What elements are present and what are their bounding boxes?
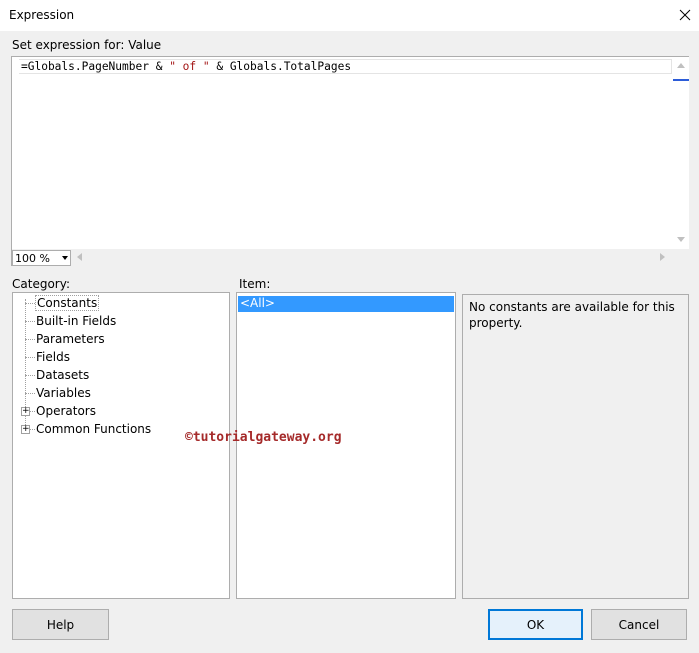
tree-item-label: Parameters <box>36 332 105 346</box>
tree-item-label: Fields <box>36 350 70 364</box>
tree-branch <box>25 393 35 394</box>
title-bar: Expression <box>0 0 699 31</box>
expression-label: Set expression for: Value <box>12 38 162 52</box>
plus-expander-icon[interactable]: + <box>21 425 30 434</box>
vertical-scrollbar[interactable] <box>672 57 689 249</box>
tree-item-fields[interactable]: Fields <box>13 348 213 366</box>
category-tree[interactable]: Constants Built-in Fields Parameters Fie… <box>12 292 230 599</box>
scroll-position-marker <box>673 79 689 81</box>
horizontal-scrollbar[interactable] <box>12 249 689 266</box>
tree-item-label: Constants <box>35 295 100 311</box>
tree-item-common-functions[interactable]: + Common Functions <box>13 420 213 438</box>
expression-code[interactable]: =Globals.PageNumber & " of " & Globals.T… <box>21 60 351 73</box>
watermark: ©tutorialgateway.org <box>185 430 342 445</box>
description-panel: No constants are available for this prop… <box>462 294 689 599</box>
tree-item-label: Variables <box>36 386 91 400</box>
tree-item-built-in-fields[interactable]: Built-in Fields <box>13 312 213 330</box>
tree-item-label: Operators <box>36 404 96 418</box>
code-string-literal: " of " <box>169 60 210 73</box>
tree-item-variables[interactable]: Variables <box>13 384 213 402</box>
window-title: Expression <box>9 8 75 22</box>
list-item-all[interactable]: <All> <box>238 296 454 312</box>
scroll-down-icon[interactable] <box>677 237 685 242</box>
tree-item-constants[interactable]: Constants <box>13 294 213 312</box>
help-button[interactable]: Help <box>12 609 109 640</box>
ok-button[interactable]: OK <box>488 609 583 640</box>
tree-branch <box>25 375 35 376</box>
scroll-left-icon[interactable] <box>77 253 82 261</box>
plus-expander-icon[interactable]: + <box>21 407 30 416</box>
zoom-select[interactable]: 100 % <box>12 250 71 266</box>
tree-item-parameters[interactable]: Parameters <box>13 330 213 348</box>
tree-branch <box>25 357 35 358</box>
expression-editor[interactable]: =Globals.PageNumber & " of " & Globals.T… <box>11 56 689 266</box>
close-icon <box>679 9 691 21</box>
scroll-up-icon[interactable] <box>677 63 685 68</box>
tree-branch <box>25 339 35 340</box>
cancel-button[interactable]: Cancel <box>591 609 687 640</box>
tree-item-label: Common Functions <box>36 422 152 436</box>
category-label: Category: <box>12 277 70 291</box>
scroll-right-icon[interactable] <box>660 253 665 261</box>
tree-item-operators[interactable]: + Operators <box>13 402 213 420</box>
tree-branch <box>25 321 35 322</box>
item-list[interactable]: <All> <box>236 292 456 599</box>
tree-item-label: Built-in Fields <box>36 314 117 328</box>
code-text-1: =Globals.PageNumber & <box>21 60 170 73</box>
chevron-down-icon <box>62 256 68 260</box>
close-button[interactable] <box>676 6 694 24</box>
code-text-2: & Globals.TotalPages <box>209 60 352 73</box>
tree-item-datasets[interactable]: Datasets <box>13 366 213 384</box>
tree-branch <box>25 303 35 304</box>
item-label: Item: <box>239 277 271 291</box>
zoom-value: 100 % <box>15 252 50 265</box>
tree-item-label: Datasets <box>36 368 90 382</box>
description-text: No constants are available for this prop… <box>469 300 675 330</box>
